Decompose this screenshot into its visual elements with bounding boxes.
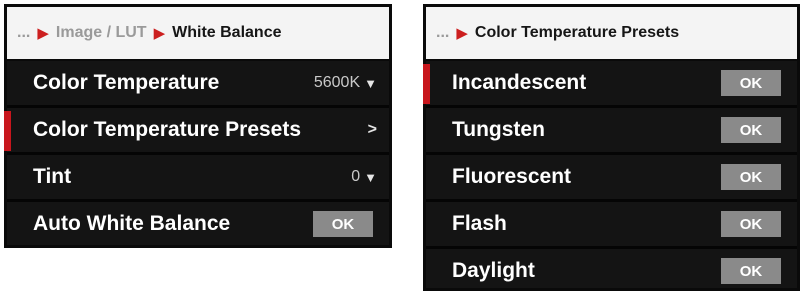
flash-ok-button[interactable]: OK bbox=[721, 211, 781, 237]
breadcrumb-ellipsis[interactable]: ... bbox=[17, 24, 30, 42]
preset-daylight[interactable]: Daylight OK bbox=[426, 249, 797, 293]
chevron-right-icon: > bbox=[367, 121, 377, 138]
preset-incandescent[interactable]: Incandescent OK bbox=[423, 61, 797, 108]
tint-dropdown[interactable]: 0 ▼ bbox=[351, 168, 377, 186]
tint-value: 0 bbox=[351, 168, 361, 185]
preset-label: Flash bbox=[452, 212, 507, 235]
preset-label: Daylight bbox=[452, 259, 535, 282]
selection-marker bbox=[423, 64, 430, 104]
menu-item-color-temperature[interactable]: Color Temperature 5600K ▼ bbox=[7, 61, 389, 108]
menu-item-label: Auto White Balance bbox=[33, 212, 231, 235]
preset-flash[interactable]: Flash OK bbox=[426, 202, 797, 249]
chevron-right-icon: ▶ bbox=[37, 25, 49, 42]
menu-item-label: Color Temperature Presets bbox=[33, 118, 302, 141]
breadcrumb-current: White Balance bbox=[172, 24, 282, 41]
preset-label: Tungsten bbox=[452, 118, 545, 141]
white-balance-menu: ... ▶ Image / LUT ▶ White Balance Color … bbox=[4, 4, 392, 248]
menu-item-tint[interactable]: Tint 0 ▼ bbox=[7, 155, 389, 202]
menu-item-label: Tint bbox=[33, 165, 72, 188]
preset-fluorescent[interactable]: Fluorescent OK bbox=[426, 155, 797, 202]
tungsten-ok-button[interactable]: OK bbox=[721, 117, 781, 143]
triangle-down-icon: ▼ bbox=[364, 75, 377, 91]
selection-marker bbox=[4, 111, 11, 151]
auto-white-balance-ok-button[interactable]: OK bbox=[313, 211, 373, 237]
preset-label: Fluorescent bbox=[452, 165, 572, 188]
menu-item-label: Color Temperature bbox=[33, 71, 220, 94]
preset-label: Incandescent bbox=[452, 71, 587, 94]
breadcrumb: ... ▶ Color Temperature Presets bbox=[426, 7, 797, 61]
color-temperature-presets-menu: ... ▶ Color Temperature Presets Incandes… bbox=[423, 4, 800, 291]
preset-tungsten[interactable]: Tungsten OK bbox=[426, 108, 797, 155]
color-temperature-dropdown[interactable]: 5600K ▼ bbox=[314, 74, 377, 92]
daylight-ok-button[interactable]: OK bbox=[721, 258, 781, 284]
breadcrumb-current: Color Temperature Presets bbox=[474, 24, 680, 41]
menu-item-color-temperature-presets[interactable]: Color Temperature Presets > bbox=[4, 108, 389, 155]
incandescent-ok-button[interactable]: OK bbox=[721, 70, 781, 96]
breadcrumb-parent[interactable]: Image / LUT bbox=[56, 24, 147, 42]
triangle-down-icon: ▼ bbox=[364, 169, 377, 185]
chevron-right-icon: ▶ bbox=[456, 25, 468, 42]
menu-item-auto-white-balance[interactable]: Auto White Balance OK bbox=[7, 202, 389, 246]
breadcrumb: ... ▶ Image / LUT ▶ White Balance bbox=[7, 7, 389, 61]
fluorescent-ok-button[interactable]: OK bbox=[721, 164, 781, 190]
chevron-right-icon: ▶ bbox=[153, 25, 166, 42]
breadcrumb-ellipsis[interactable]: ... bbox=[436, 24, 449, 42]
color-temperature-value: 5600K bbox=[313, 74, 361, 91]
